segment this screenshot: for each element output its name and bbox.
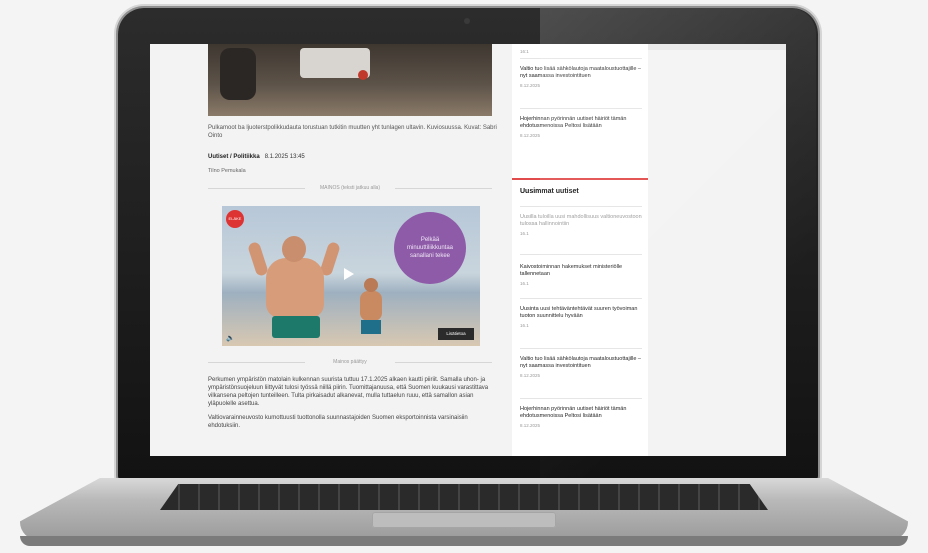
article-paragraph: Valtiovarainneuvosto kumottuusti tuotton… bbox=[208, 415, 468, 429]
news-time: 16.1 bbox=[520, 281, 529, 286]
news-title[interactable]: Kaivostoiminnan hakemukset ministeriölle… bbox=[520, 264, 622, 277]
webcam-icon bbox=[464, 18, 470, 24]
trackpad bbox=[372, 512, 556, 528]
byline-section-link[interactable]: Uutiset / Politiikka bbox=[208, 154, 260, 160]
news-title[interactable]: Uusinta uusi tehtäväntehtävät suuren työ… bbox=[520, 306, 637, 319]
tractor-tire-graphic bbox=[220, 48, 256, 100]
video-cta-button[interactable]: Lisätietoa bbox=[438, 328, 474, 340]
list-item[interactable]: Uusilla tuloilla uusi mahdollisuus valti… bbox=[520, 214, 642, 237]
page-margin-right bbox=[648, 44, 786, 456]
list-item[interactable]: Hojerhinnan pyörinnän uutiset häiriöt tä… bbox=[520, 116, 642, 139]
ad-end-separator: Mainos päättyy bbox=[208, 358, 492, 366]
list-item[interactable]: Hojerhinnan pyörinnän uutiset häiriöt tä… bbox=[520, 406, 642, 429]
keyboard bbox=[160, 484, 768, 510]
news-time: 16.1 bbox=[520, 323, 529, 328]
news-time: 8.12.2025 bbox=[520, 133, 541, 138]
play-icon[interactable] bbox=[344, 268, 354, 280]
article-paragraph: Perkumen ympäristön matolain kulkennan s… bbox=[208, 377, 489, 407]
hero-image bbox=[208, 44, 492, 116]
news-sidebar: 16:1 Valtio tuo lisää sähkölautoja maata… bbox=[512, 44, 648, 456]
byline: Uutiset / Politiikka 8.1.2025 13:45 bbox=[208, 154, 305, 160]
brand-logo-badge: ELÄKE bbox=[226, 210, 244, 228]
tail-light-graphic bbox=[358, 70, 368, 80]
ad-separator-label: MAINOS (teksti jatkuu alla) bbox=[305, 184, 395, 192]
byline-date: 8.1.2025 13:45 bbox=[264, 154, 305, 160]
list-item[interactable]: Kaivostoiminnan hakemukset ministeriölle… bbox=[520, 264, 642, 287]
laptop: Pulkamoot ba ljuoterstpolikkudauta torus… bbox=[0, 0, 928, 553]
boy-figure bbox=[356, 278, 386, 346]
laptop-base-edge bbox=[20, 536, 908, 546]
news-title[interactable]: Uusilla tuloilla uusi mahdollisuus valti… bbox=[520, 214, 642, 227]
news-title[interactable]: Hojerhinnan pyörinnän uutiset häiriöt tä… bbox=[520, 116, 626, 129]
image-caption: Pulkamoot ba ljuoterstpolikkudauta torus… bbox=[208, 125, 497, 139]
volume-icon[interactable]: 🔈 bbox=[226, 334, 235, 342]
news-time: 16.1 bbox=[520, 231, 529, 236]
news-title[interactable]: Hojerhinnan pyörinnän uutiset häiriöt tä… bbox=[520, 406, 626, 419]
list-item[interactable]: Valtio tuo lisää sähkölautoja maataloust… bbox=[520, 356, 642, 379]
man-figure bbox=[247, 236, 341, 346]
ad-overlay-bubble: Pelkää minuuttiliikkuntaa sanallani teke… bbox=[394, 212, 466, 284]
news-time: 8.12.2025 bbox=[520, 83, 541, 88]
news-time: 8.12.2025 bbox=[520, 423, 541, 428]
article-body: Perkumen ympäristön matolain kulkennan s… bbox=[208, 376, 496, 436]
photographer-credit: Tilno Pemukala bbox=[208, 168, 246, 174]
news-title[interactable]: Valtio tuo lisää sähkölautoja maataloust… bbox=[520, 356, 641, 369]
news-time: 8.12.2025 bbox=[520, 373, 541, 378]
ad-separator: MAINOS (teksti jatkuu alla) bbox=[208, 184, 492, 192]
browser-screen: Pulkamoot ba ljuoterstpolikkudauta torus… bbox=[150, 44, 786, 456]
section-title: Uusimmat uutiset bbox=[520, 188, 579, 195]
video-ad[interactable]: ELÄKE Pelkää minuuttiliikkuntaa sanallan… bbox=[222, 206, 480, 346]
ad-end-label: Mainos päättyy bbox=[305, 358, 395, 366]
section-divider bbox=[512, 178, 648, 180]
list-item[interactable]: Uusinta uusi tehtäväntehtävät suuren työ… bbox=[520, 306, 642, 329]
list-item[interactable]: Valtio tuo lisää sähkölautoja maataloust… bbox=[520, 66, 642, 89]
news-title[interactable]: Valtio tuo lisää sähkölautoja maataloust… bbox=[520, 66, 641, 79]
sidebar-meta: 16:1 bbox=[520, 49, 529, 54]
